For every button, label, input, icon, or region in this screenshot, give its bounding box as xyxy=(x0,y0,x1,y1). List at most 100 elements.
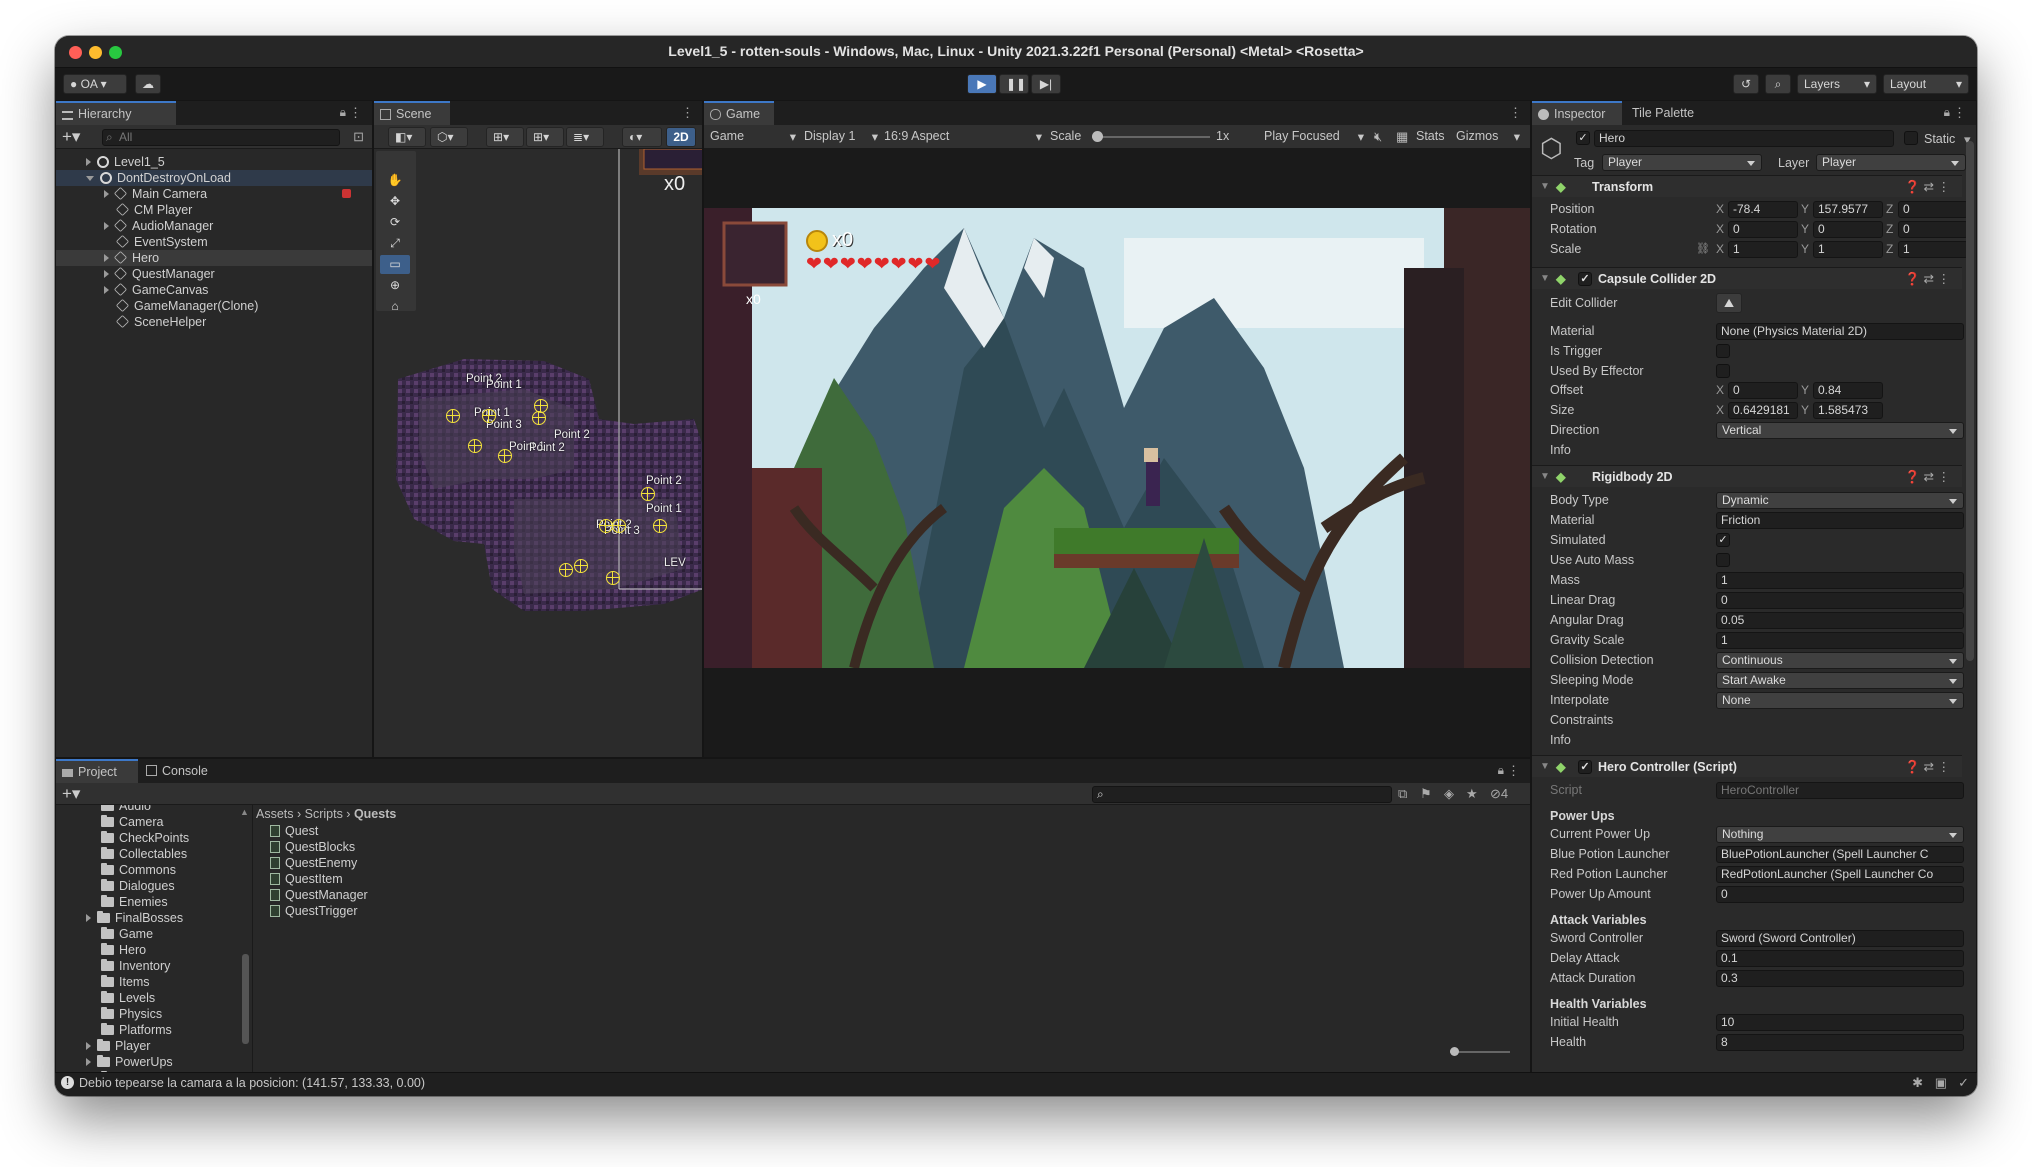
delay-attack-field[interactable]: 0.1 xyxy=(1716,950,1964,967)
waypoint-gizmo-icon[interactable] xyxy=(574,559,588,573)
collider-material-field[interactable]: None (Physics Material 2D) xyxy=(1716,323,1964,340)
tree-scroll-up[interactable]: ▲ xyxy=(240,807,249,817)
stats-button[interactable]: Stats xyxy=(1416,129,1445,143)
lock-icon[interactable]: 🔒︎ xyxy=(1944,105,1950,120)
increment-snap-dropdown[interactable]: ≣▾ xyxy=(566,127,604,147)
offset-x-field[interactable]: 0 xyxy=(1728,382,1798,399)
account-dropdown[interactable]: ● OA ▾ xyxy=(63,74,127,94)
static-checkbox[interactable] xyxy=(1904,131,1918,145)
tab-inspector[interactable]: Inspector xyxy=(1532,101,1622,125)
tag-icon[interactable]: ◈ xyxy=(1444,786,1454,802)
folder-item[interactable]: Player xyxy=(56,1038,252,1054)
folder-item[interactable]: FinalBosses xyxy=(56,910,252,926)
folder-item[interactable]: Inventory xyxy=(56,958,252,974)
direction-dropdown[interactable]: Vertical xyxy=(1716,422,1964,439)
game-viewport[interactable]: x0 x0 ❤❤❤❤❤❤❤❤ xyxy=(704,149,1530,757)
waypoint-label[interactable]: LEV xyxy=(664,557,686,569)
cache-server-icon[interactable]: ▣ xyxy=(1935,1075,1947,1091)
scale-slider-thumb[interactable] xyxy=(1092,131,1103,142)
waypoint-gizmo-icon[interactable] xyxy=(599,519,613,533)
hidden-packages-icon[interactable]: ⊘4 xyxy=(1490,786,1508,802)
linear-drag-field[interactable]: 0 xyxy=(1716,592,1964,609)
waypoint-gizmo-icon[interactable] xyxy=(532,411,546,425)
waypoint-gizmo-icon[interactable] xyxy=(641,487,655,501)
gizmos-dropdown[interactable]: Gizmos ▾ xyxy=(1456,129,1520,144)
script-asset[interactable]: QuestTrigger xyxy=(270,903,470,919)
component-menu-icon[interactable]: ❓ ⇄ ⋮ xyxy=(1905,466,1950,488)
search-by-type-icon[interactable]: ⧉ xyxy=(1398,786,1407,802)
create-asset-button[interactable]: +▾ xyxy=(62,784,80,804)
scene-viewport[interactable]: Point 2 Point 1 Point 1 Point 3 Point 2 Point… xyxy=(374,149,702,757)
body-type-dropdown[interactable]: Dynamic xyxy=(1716,492,1964,509)
tag-dropdown[interactable]: Player xyxy=(1602,154,1762,171)
draw-mode-dropdown[interactable]: ◐▾ xyxy=(622,127,662,147)
waypoint-label[interactable]: Point 2 xyxy=(646,475,682,487)
position-z-field[interactable]: 0 xyxy=(1898,201,1968,218)
history-button[interactable]: ↺ xyxy=(1733,74,1759,94)
inspector-scrollbar[interactable] xyxy=(1966,141,1974,661)
search-by-label-icon[interactable]: ⚑ xyxy=(1420,786,1432,802)
sleeping-mode-dropdown[interactable]: Start Awake xyxy=(1716,672,1964,689)
tab-hierarchy[interactable]: Hierarchy xyxy=(56,101,176,125)
scene-row-level[interactable]: Level1_5 xyxy=(56,154,372,170)
kebab-menu-icon[interactable]: ⋮ xyxy=(1953,105,1966,121)
angular-drag-field[interactable]: 0.05 xyxy=(1716,612,1964,629)
blue-potion-field[interactable]: BluePotionLauncher (Spell Launcher C xyxy=(1716,846,1964,863)
hierarchy-search-input[interactable]: ⌕ All xyxy=(102,129,340,146)
grid-visibility-dropdown[interactable]: ⊞▾ xyxy=(526,127,564,147)
folder-item[interactable]: CheckPoints xyxy=(56,830,252,846)
active-checkbox[interactable]: ✓ xyxy=(1576,131,1590,145)
play-button[interactable]: ▶ xyxy=(967,74,997,94)
layers-dropdown[interactable]: Layers ▾ xyxy=(1797,74,1877,94)
waypoint-gizmo-icon[interactable] xyxy=(468,439,482,453)
link-icon[interactable]: ⛓ xyxy=(1696,242,1710,255)
scene-row-dontdestroy[interactable]: DontDestroyOnLoad xyxy=(56,170,372,186)
mass-field[interactable]: 1 xyxy=(1716,572,1964,589)
hierarchy-item[interactable]: EventSystem xyxy=(56,234,372,250)
move-icon[interactable]: ✥ xyxy=(380,192,410,211)
waypoint-gizmo-icon[interactable] xyxy=(498,449,512,463)
folder-item[interactable]: Game xyxy=(56,926,252,942)
current-power-up-dropdown[interactable]: Nothing xyxy=(1716,826,1964,843)
step-button[interactable]: ▶| xyxy=(1031,74,1061,94)
size-x-field[interactable]: 0.6429181 xyxy=(1728,402,1798,419)
gravity-scale-field[interactable]: 1 xyxy=(1716,632,1964,649)
favorite-star-icon[interactable]: ★ xyxy=(1466,786,1478,802)
breadcrumb-assets[interactable]: Assets xyxy=(256,807,294,821)
tab-tile-palette[interactable]: Tile Palette xyxy=(1624,101,1702,125)
waypoint-label[interactable]: Point 2 xyxy=(554,429,590,441)
simulated-checkbox[interactable]: ✓ xyxy=(1716,533,1730,547)
tab-scene[interactable]: Scene xyxy=(374,101,450,125)
project-search-input[interactable]: ⌕ xyxy=(1092,786,1392,803)
edit-collider-button[interactable]: ⛰ xyxy=(1716,293,1742,313)
folder-item[interactable]: Collectables xyxy=(56,846,252,862)
tree-scrollbar[interactable] xyxy=(242,954,249,1044)
used-by-effector-checkbox[interactable] xyxy=(1716,364,1730,378)
hero-controller-header[interactable]: ▼ ◆ ✓ Hero Controller (Script) ❓ ⇄ ⋮ xyxy=(1532,755,1962,777)
script-asset[interactable]: QuestBlocks xyxy=(270,839,470,855)
folder-item[interactable]: Dialogues xyxy=(56,878,252,894)
bug-icon[interactable]: ✱ xyxy=(1912,1075,1923,1091)
interpolate-dropdown[interactable]: None xyxy=(1716,692,1964,709)
health-field[interactable]: 8 xyxy=(1716,1034,1964,1051)
kebab-menu-icon[interactable]: ⋮ xyxy=(1509,105,1522,121)
collision-detection-dropdown[interactable]: Continuous xyxy=(1716,652,1964,669)
tab-project[interactable]: Project xyxy=(56,759,138,783)
pivot-dropdown[interactable]: ⬡▾ xyxy=(430,127,468,147)
hierarchy-item[interactable]: GameCanvas xyxy=(56,282,372,298)
is-trigger-checkbox[interactable] xyxy=(1716,344,1730,358)
layer-dropdown[interactable]: Player xyxy=(1816,154,1966,171)
red-potion-field[interactable]: RedPotionLauncher (Spell Launcher Co xyxy=(1716,866,1964,883)
hierarchy-item[interactable]: Main Camera xyxy=(56,186,372,202)
object-name-field[interactable]: Hero xyxy=(1594,130,1894,147)
folder-item[interactable]: Camera xyxy=(56,814,252,830)
hand-icon[interactable]: ✋ xyxy=(380,171,410,190)
breadcrumb-scripts[interactable]: Scripts xyxy=(305,807,343,821)
folder-item[interactable]: Items xyxy=(56,974,252,990)
folder-item[interactable]: Hero xyxy=(56,942,252,958)
display-dropdown[interactable]: Display 1 ▾ xyxy=(804,129,878,144)
custom-tool-icon[interactable]: ⌂ xyxy=(380,297,410,316)
capsule-collider-header[interactable]: ▼ ◆ ✓ Capsule Collider 2D ❓ ⇄ ⋮ xyxy=(1532,267,1962,289)
hierarchy-item[interactable]: AudioManager xyxy=(56,218,372,234)
waypoint-gizmo-icon[interactable] xyxy=(606,571,620,585)
